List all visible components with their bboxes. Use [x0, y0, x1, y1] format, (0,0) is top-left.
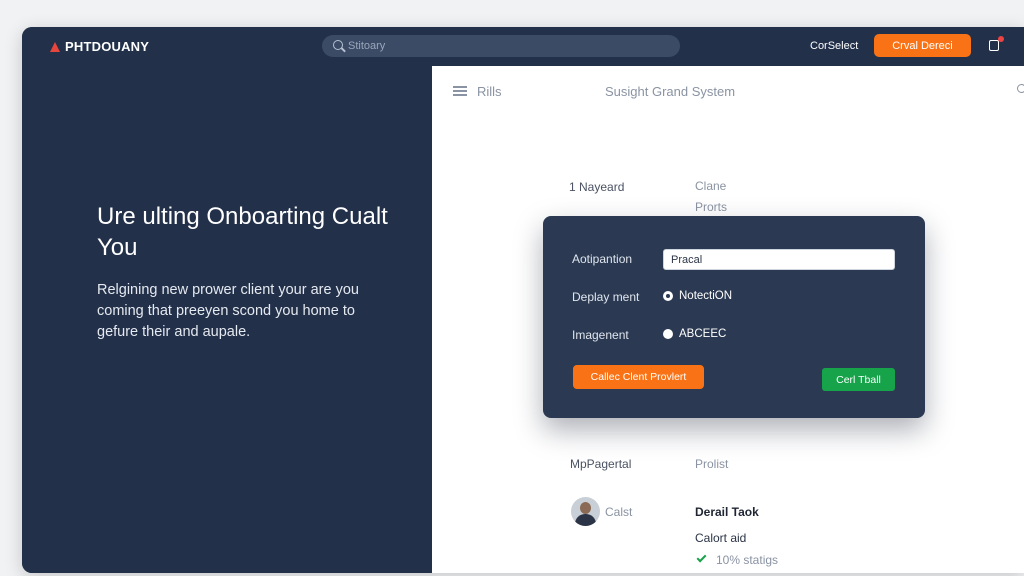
menu-icon[interactable] [453, 86, 467, 96]
imagenent-option-label: ABCEEC [679, 328, 727, 340]
hero-title: Ure ulting Onboarting Cualt You [97, 203, 388, 261]
avatar[interactable] [571, 497, 600, 526]
field-label-deployment: Deplay ment [572, 290, 640, 304]
avatar-label: Calst [605, 505, 633, 519]
page-title: Susight Grand System [605, 84, 736, 99]
search-icon [333, 40, 343, 50]
notification-icon[interactable] [989, 40, 999, 51]
top-bar: PHTDOUANY Stitoary CorSelect Crval Derec… [22, 27, 1024, 66]
hero-description: Relgining new prower client your are you… [97, 282, 359, 340]
search-input[interactable]: Stitoary [322, 35, 680, 57]
deployment-option-label: NotectiON [679, 290, 733, 302]
imagenent-radio[interactable]: ABCEEC [663, 328, 726, 340]
brand-logo[interactable]: PHTDOUANY [50, 39, 149, 54]
section-value: Prolist [695, 457, 729, 471]
primary-action-button[interactable]: Callec Clent Provlert [573, 365, 704, 389]
row-label-nayeard: 1 Nayeard [569, 180, 625, 194]
settings-dialog: Aotipantion Pracal Deplay ment NotectiON… [543, 216, 925, 418]
brand-name: PHTDOUANY [65, 39, 150, 54]
task-subtitle: Calort aid [695, 531, 747, 545]
deployment-radio[interactable]: NotectiON [663, 290, 732, 302]
corselect-link[interactable]: CorSelect [810, 40, 858, 52]
task-status: 10% statigs [716, 553, 779, 567]
section-label: MpPagertal [570, 457, 632, 471]
breadcrumb[interactable]: Rills [477, 84, 502, 99]
logo-triangle-icon [50, 41, 60, 52]
task-title[interactable]: Derail Taok [695, 505, 759, 519]
field-label-aotipantion: Aotipantion [572, 252, 633, 266]
notification-badge [998, 36, 1004, 42]
radio-unchecked-icon [663, 329, 673, 339]
top-cta-button[interactable]: Crval Dereci [874, 34, 971, 57]
aotipantion-input[interactable]: Pracal [663, 249, 895, 270]
field-label-imagenent: Imagenent [572, 328, 629, 342]
radio-checked-icon [663, 291, 673, 301]
row-value-prorts: Prorts [695, 200, 728, 214]
avatar-body [575, 514, 596, 526]
corner-search-icon[interactable] [1017, 84, 1024, 93]
left-hero-panel: Ure ulting Onboarting Cualt You Relginin… [22, 66, 432, 573]
avatar-head [580, 502, 591, 514]
search-placeholder: Stitoary [348, 40, 386, 52]
secondary-action-button[interactable]: Cerl Tball [822, 368, 895, 391]
row-value-clane: Clane [695, 179, 727, 193]
